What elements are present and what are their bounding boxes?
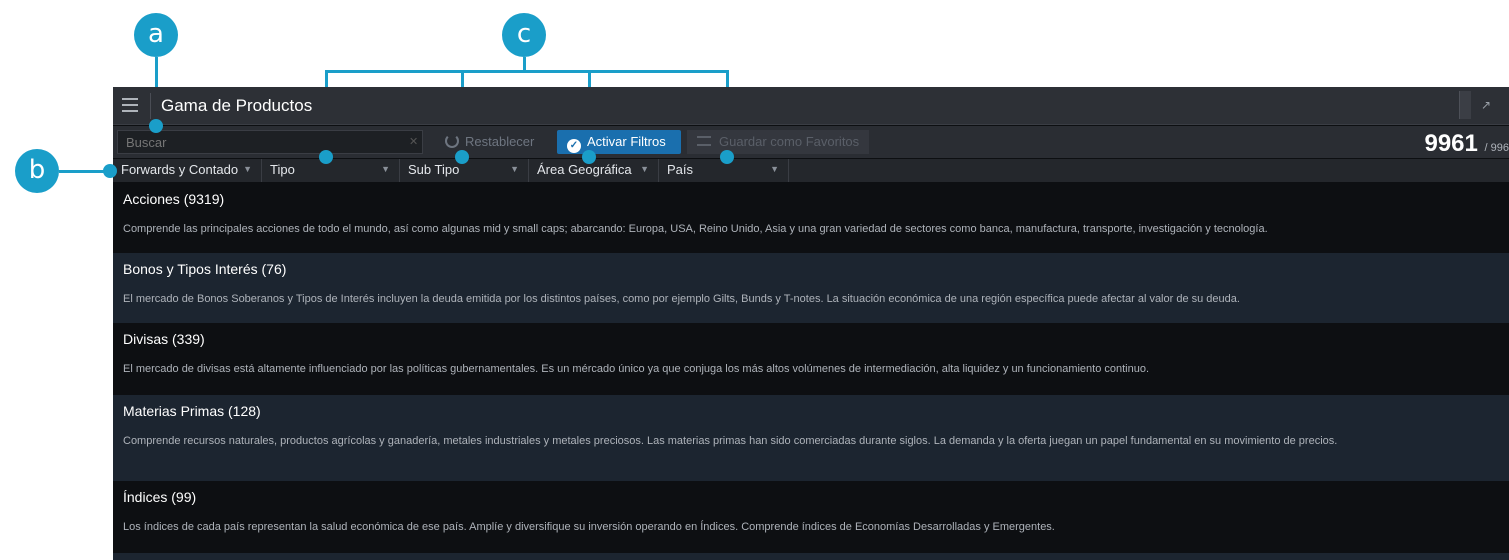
dropdown-arrow-icon: ▼: [640, 164, 649, 174]
callout-c-dot-1: [319, 150, 333, 164]
filter-area-geografica[interactable]: Área Geográfica ▼: [529, 159, 659, 182]
filter-label: País: [667, 162, 694, 177]
filter-label: Tipo: [270, 162, 295, 177]
scrollbar[interactable]: [1459, 91, 1471, 119]
window-controls: ↗: [1459, 91, 1499, 119]
result-count-total: / 996: [1484, 142, 1509, 154]
list-item[interactable]: Índices (99) Los índices de cada país re…: [113, 481, 1509, 553]
callout-c-bar: [325, 70, 729, 73]
callout-a: a: [134, 13, 178, 57]
filter-label: Forwards y Contado: [121, 162, 239, 177]
callout-c-stem: [523, 57, 526, 70]
hamburger-menu-icon[interactable]: [122, 98, 138, 112]
category-title: Bonos y Tipos Interés (76): [123, 261, 287, 277]
activate-filters-label: Activar Filtros: [587, 134, 666, 149]
filter-tipo[interactable]: Tipo ▼: [262, 159, 400, 182]
category-description: El mercado de Bonos Soberanos y Tipos de…: [123, 293, 1240, 305]
screenshot-stage: a b c Gama de Productos ↗ ✕ Restablecer …: [0, 0, 1509, 560]
filter-label: Sub Tipo: [408, 162, 460, 177]
save-favorites-label: Guardar como Favoritos: [719, 134, 860, 149]
dropdown-arrow-icon: ▼: [510, 164, 519, 174]
callout-a-dot: [149, 119, 163, 133]
reset-button[interactable]: Restablecer: [435, 130, 552, 154]
category-title: Índices (99): [123, 489, 197, 505]
activate-filters-button[interactable]: ✓ Activar Filtros: [557, 130, 681, 154]
window-title: Gama de Productos: [161, 96, 313, 115]
dropdown-arrow-icon: ▼: [243, 164, 252, 174]
callout-b-dot: [103, 164, 117, 178]
search-input[interactable]: [117, 130, 423, 154]
list-item[interactable]: Divisas (339) El mercado de divisas está…: [113, 323, 1509, 395]
title-bar: Gama de Productos ↗: [113, 87, 1509, 125]
callout-c-dot-4: [720, 150, 734, 164]
result-count-value: 9961: [1424, 130, 1478, 157]
category-description: Comprende las principales acciones de to…: [123, 223, 1268, 235]
list-icon: [697, 136, 711, 146]
category-description: Comprende recursos naturales, productos …: [123, 435, 1338, 447]
callout-b: b: [15, 149, 59, 193]
category-title: Acciones (9319): [123, 191, 225, 207]
search-clear-icon[interactable]: ✕: [409, 135, 418, 148]
category-title: Materias Primas (128): [123, 403, 261, 419]
filter-label: Área Geográfica: [537, 162, 632, 177]
callout-c-dot-3: [582, 150, 596, 164]
category-title: Divisas (339): [123, 331, 205, 347]
filter-forwards-contado[interactable]: Forwards y Contado ▼: [113, 159, 262, 182]
list-item[interactable]: Acciones (9319) Comprende las principale…: [113, 183, 1509, 253]
callout-c-dot-2: [455, 150, 469, 164]
check-icon: ✓: [567, 139, 581, 153]
expand-icon[interactable]: ↗: [1481, 98, 1491, 112]
dropdown-arrow-icon: ▼: [770, 164, 779, 174]
list-item[interactable]: [113, 553, 1509, 560]
category-description: El mercado de divisas está altamente inf…: [123, 363, 1150, 375]
save-favorites-button[interactable]: Guardar como Favoritos: [687, 130, 869, 154]
category-description: Los índices de cada país representan la …: [123, 521, 1055, 533]
callout-c: c: [502, 13, 546, 57]
title-separator: [150, 93, 151, 119]
reset-label: Restablecer: [465, 134, 535, 149]
list-item[interactable]: Bonos y Tipos Interés (76) El mercado de…: [113, 253, 1509, 323]
result-count: 9961 / 996: [1424, 130, 1509, 158]
reset-icon: [445, 134, 459, 148]
list-item[interactable]: Materias Primas (128) Comprende recursos…: [113, 395, 1509, 481]
dropdown-arrow-icon: ▼: [381, 164, 390, 174]
